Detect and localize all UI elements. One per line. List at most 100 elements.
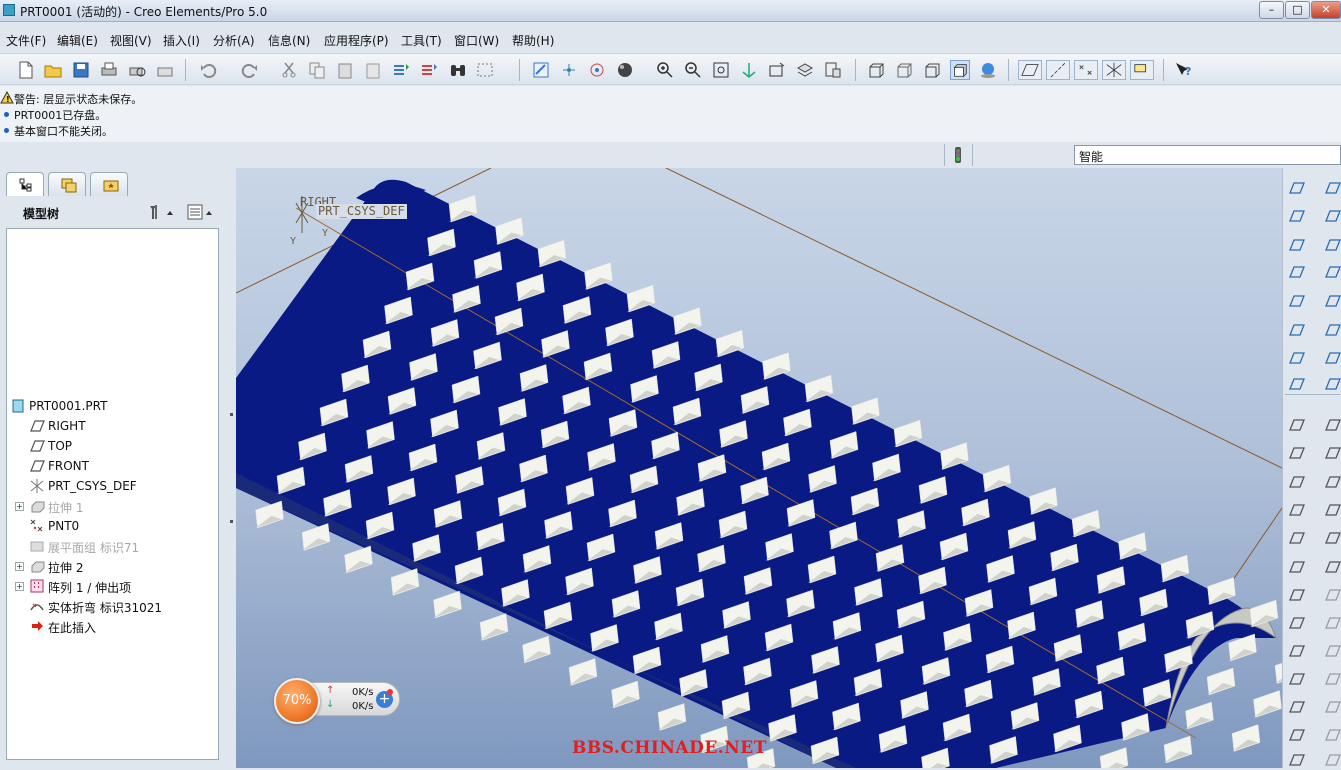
revolve-tool-alt-icon[interactable] [1323, 443, 1341, 463]
memory-percent[interactable]: 70% [274, 678, 320, 724]
datum-plane-tool-icon[interactable] [1287, 206, 1307, 226]
copy-icon[interactable] [307, 60, 327, 80]
repaint-icon[interactable] [531, 60, 551, 80]
find-binoculars-icon[interactable] [448, 60, 468, 80]
pattern-tool-alt-icon[interactable] [1323, 641, 1341, 661]
rib-tool-icon[interactable] [1287, 725, 1307, 745]
saved-views-icon[interactable] [767, 60, 787, 80]
shading-sphere-icon[interactable] [615, 60, 635, 80]
mirror-tool-alt-icon[interactable] [1323, 750, 1341, 770]
datum-axis-tool-icon[interactable] [1287, 235, 1307, 255]
shading-icon[interactable] [950, 60, 970, 80]
regen-status-light-icon[interactable] [952, 146, 964, 164]
new-file-icon[interactable] [16, 60, 36, 80]
revolve-tool-icon[interactable] [1287, 443, 1307, 463]
analysis-feature-alt-icon[interactable] [1323, 348, 1341, 368]
model-tree-item[interactable]: + 拉伸 1 [7, 496, 218, 516]
shell-tool-alt-icon[interactable] [1323, 697, 1341, 717]
open-folder-icon[interactable] [43, 60, 63, 80]
model-tree-item[interactable]: + 阵列 1 / 伸出项 [7, 576, 218, 596]
menu-analysis[interactable]: 分析(A) [213, 32, 255, 49]
menu-help[interactable]: 帮助(H) [512, 32, 554, 49]
wireframe-icon[interactable] [866, 60, 886, 80]
regenerate-icon[interactable] [391, 60, 411, 80]
tree-settings-tools-icon[interactable] [146, 202, 178, 222]
menu-tools[interactable]: 工具(T) [401, 32, 442, 49]
tree-columns-icon[interactable] [186, 202, 218, 222]
round-tool-icon[interactable] [1287, 585, 1307, 605]
csys-tool-icon[interactable] [1287, 320, 1307, 340]
analysis-feature-icon[interactable] [1287, 348, 1307, 368]
sketch-tool-alt-icon[interactable] [1323, 178, 1341, 198]
variable-sweep-alt-icon[interactable] [1323, 472, 1341, 492]
mirror-tool-icon[interactable] [1287, 750, 1307, 770]
print-preview-icon[interactable] [127, 60, 147, 80]
menu-edit[interactable]: 编辑(E) [57, 32, 98, 49]
tab-favorites[interactable] [90, 172, 128, 196]
datum-chain-alt-icon[interactable] [1323, 374, 1341, 394]
rib-tool-alt-icon[interactable] [1323, 725, 1341, 745]
style-tool-alt-icon[interactable] [1323, 528, 1341, 548]
csys-tool-alt-icon[interactable] [1323, 320, 1341, 340]
plane-display-icon[interactable] [1018, 60, 1042, 80]
tab-folder-browser[interactable] [48, 172, 86, 196]
point-display-icon[interactable] [1074, 60, 1098, 80]
redo-icon[interactable] [240, 60, 260, 80]
spin-center-icon[interactable] [587, 60, 607, 80]
layers-icon[interactable] [795, 60, 815, 80]
undo-icon[interactable] [198, 60, 218, 80]
model-tree-item[interactable]: FRONT [7, 456, 218, 476]
draft-tool-icon[interactable] [1287, 613, 1307, 633]
expand-toggle-icon[interactable]: + [15, 502, 24, 511]
annotation-display-icon[interactable] [1130, 60, 1154, 80]
boundary-blend-icon[interactable] [1287, 500, 1307, 520]
maximize-button[interactable]: □ [1285, 1, 1310, 19]
minimize-button[interactable]: – [1259, 1, 1284, 19]
panel-splitter[interactable] [228, 168, 236, 768]
model-tree-item[interactable]: 在此插入 [7, 616, 218, 636]
model-tree-item[interactable]: 展平面组 标识71 [7, 536, 218, 556]
boundary-blend-alt-icon[interactable] [1323, 500, 1341, 520]
datum-point-tool-alt-icon[interactable] [1323, 291, 1341, 311]
context-help-icon[interactable]: ? [1173, 60, 1193, 80]
selection-filter-select[interactable]: 智能 [1074, 145, 1341, 165]
zoom-out-icon[interactable] [683, 60, 703, 80]
model-tree-item[interactable]: 实体折弯 标识31021 [7, 596, 218, 616]
model-tree-item[interactable]: PRT_CSYS_DEF [7, 476, 218, 496]
print-icon[interactable] [99, 60, 119, 80]
draft-tool-alt-icon[interactable] [1323, 613, 1341, 633]
hidden-line-icon[interactable] [894, 60, 914, 80]
csys-display-icon[interactable] [1102, 60, 1126, 80]
orient-mode-icon[interactable] [559, 60, 579, 80]
send-mail-icon[interactable] [155, 60, 175, 80]
regen-manager-icon[interactable] [419, 60, 439, 80]
enhanced-realism-icon[interactable] [978, 60, 998, 80]
extrude-tool-icon[interactable] [1287, 415, 1307, 435]
menu-insert[interactable]: 插入(I) [163, 32, 200, 49]
datum-point-tool-icon[interactable] [1287, 291, 1307, 311]
refit-icon[interactable] [711, 60, 731, 80]
model-tree-item[interactable]: TOP [7, 436, 218, 456]
variable-sweep-icon[interactable] [1287, 472, 1307, 492]
style-tool-icon[interactable] [1287, 528, 1307, 548]
view-manager-icon[interactable] [823, 60, 843, 80]
warp-tool-icon[interactable] [1287, 669, 1307, 689]
extrude-tool-alt-icon[interactable] [1323, 415, 1341, 435]
model-tree-item[interactable]: PRT0001.PRT [7, 396, 218, 416]
menu-info[interactable]: 信息(N) [268, 32, 310, 49]
menu-file[interactable]: 文件(F) [6, 32, 46, 49]
menu-applications[interactable]: 应用程序(P) [324, 32, 389, 49]
model-tree-item[interactable]: RIGHT [7, 416, 218, 436]
datum-axis-tool-alt-icon[interactable] [1323, 235, 1341, 255]
selection-box-icon[interactable] [475, 60, 495, 80]
no-hidden-icon[interactable] [922, 60, 942, 80]
model-tree-item[interactable]: PNT0 [7, 516, 218, 536]
shell-tool-icon[interactable] [1287, 697, 1307, 717]
hole-tool-alt-icon[interactable] [1323, 557, 1341, 577]
sketch-tool-icon[interactable] [1287, 178, 1307, 198]
expand-toggle-icon[interactable]: + [15, 562, 24, 571]
warp-tool-alt-icon[interactable] [1323, 669, 1341, 689]
round-tool-alt-icon[interactable] [1323, 585, 1341, 605]
close-button[interactable]: ✕ [1311, 1, 1341, 19]
datum-curve-tool-alt-icon[interactable] [1323, 262, 1341, 282]
